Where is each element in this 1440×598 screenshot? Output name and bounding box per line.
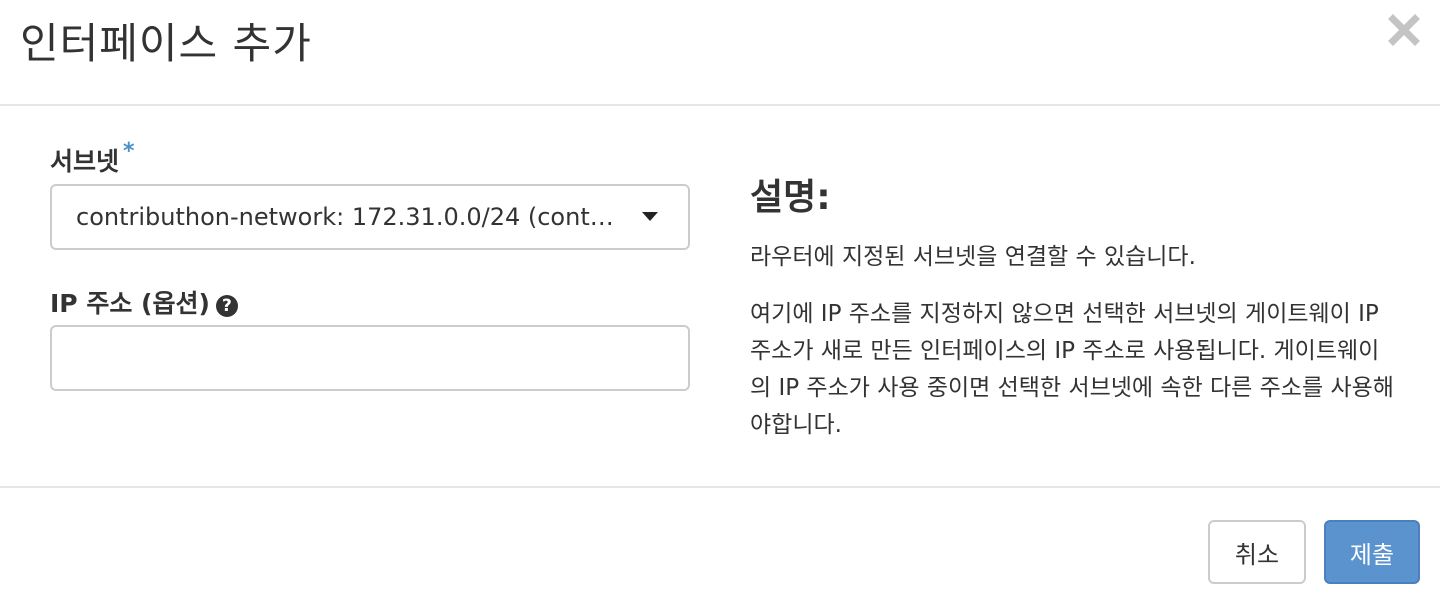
ip-address-input[interactable]	[50, 325, 690, 391]
subnet-select-value: contributhon-network: 172.31.0.0/24 (con…	[76, 203, 616, 231]
description-paragraph-2: 여기에 IP 주소를 지정하지 않으면 선택한 서브넷의 게이트웨이 IP 주소…	[750, 301, 1394, 438]
cancel-button[interactable]: 취소	[1208, 520, 1306, 584]
ip-address-label: IP 주소 (옵션)?	[50, 284, 238, 320]
required-marker: *	[123, 139, 135, 164]
subnet-label: 서브넷 *	[50, 139, 135, 178]
subnet-label-text: 서브넷	[50, 147, 120, 176]
subnet-select[interactable]: contributhon-network: 172.31.0.0/24 (con…	[50, 184, 690, 250]
dialog-header: 인터페이스 추가	[0, 0, 1440, 106]
add-interface-dialog: 인터페이스 추가 서브넷 * contributhon-network: 172.…	[0, 0, 1440, 598]
dialog-footer: 취소 제출	[0, 488, 1440, 598]
ip-address-label-text: IP 주소 (옵션)	[50, 289, 210, 318]
description-heading: 설명:	[750, 177, 831, 218]
close-button[interactable]	[1386, 12, 1422, 48]
submit-button[interactable]: 제출	[1324, 520, 1420, 584]
dialog-title: 인터페이스 추가	[20, 19, 312, 68]
caret-down-icon	[642, 212, 658, 221]
close-icon	[1388, 14, 1420, 46]
description-paragraph-1: 라우터에 지정된 서브넷을 연결할 수 있습니다.	[750, 244, 1196, 270]
dialog-body: 서브넷 * contributhon-network: 172.31.0.0/24…	[0, 106, 1440, 488]
help-icon[interactable]: ?	[215, 295, 238, 317]
